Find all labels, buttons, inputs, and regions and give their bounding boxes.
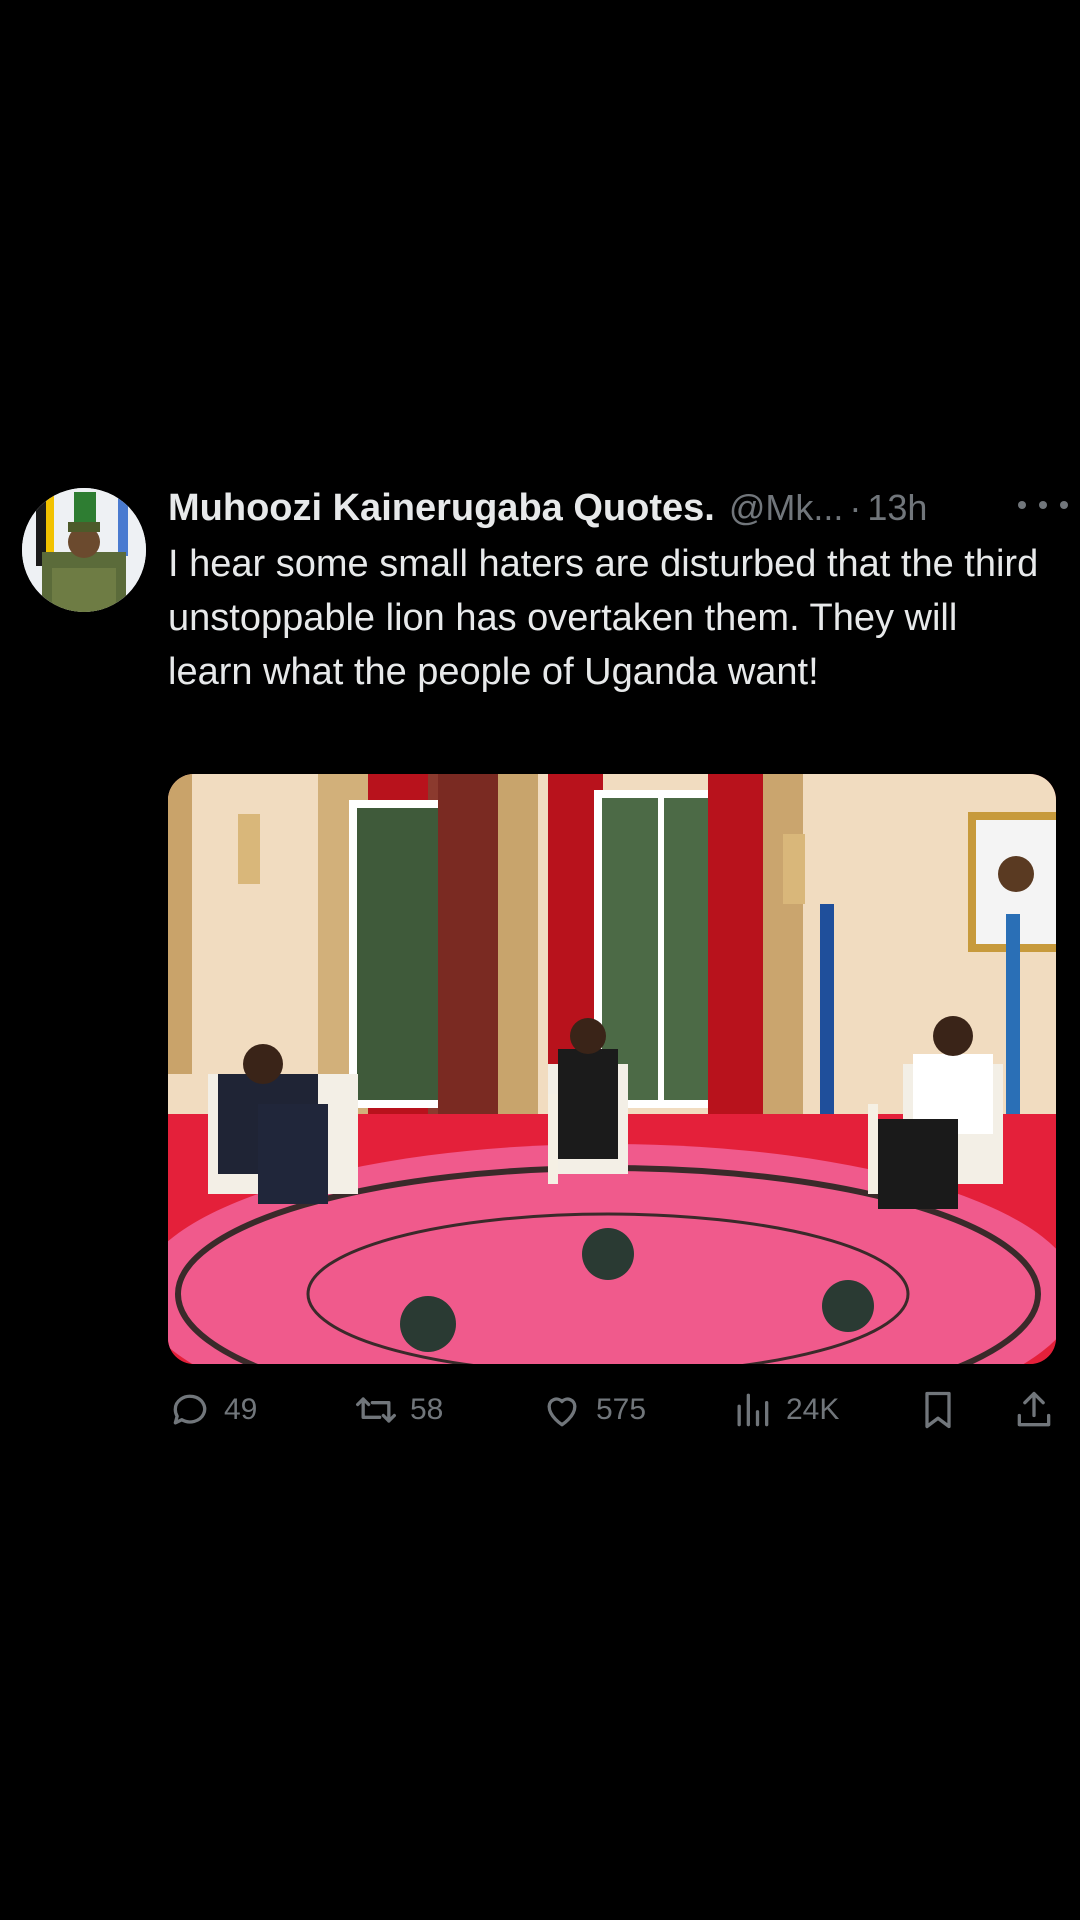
tweet-photo[interactable] bbox=[168, 774, 1056, 1364]
share-icon bbox=[1017, 1391, 1051, 1427]
tweet-actions: 49 58 575 24K bbox=[168, 1385, 1056, 1435]
like-icon bbox=[547, 1397, 577, 1427]
more-icon[interactable] bbox=[1018, 490, 1068, 520]
tweet-text: I hear some small haters are disturbed t… bbox=[168, 543, 1039, 693]
reply-icon bbox=[173, 1394, 207, 1425]
like-button[interactable]: 575 bbox=[540, 1385, 646, 1435]
separator: · bbox=[849, 487, 862, 528]
share-button[interactable] bbox=[1012, 1385, 1056, 1435]
like-count: 575 bbox=[596, 1393, 647, 1426]
bookmark-button[interactable] bbox=[916, 1385, 960, 1435]
reply-count: 49 bbox=[224, 1393, 258, 1426]
timestamp[interactable]: 13h bbox=[867, 487, 927, 529]
bookmark-icon bbox=[925, 1391, 951, 1429]
views-count: 24K bbox=[786, 1393, 840, 1426]
tweet-header: Muhoozi Kainerugaba Quotes. @Mk... · 13h bbox=[168, 484, 1068, 532]
avatar-image bbox=[22, 488, 146, 612]
retweet-button[interactable]: 58 bbox=[354, 1385, 443, 1435]
reply-button[interactable]: 49 bbox=[168, 1385, 257, 1435]
author-name[interactable]: Muhoozi Kainerugaba Quotes. bbox=[168, 487, 715, 530]
views-button[interactable]: 24K bbox=[730, 1385, 839, 1435]
retweet-count: 58 bbox=[410, 1393, 444, 1426]
author-handle[interactable]: @Mk... bbox=[729, 487, 844, 529]
photo-image bbox=[168, 774, 1056, 1364]
views-icon bbox=[737, 1393, 769, 1427]
retweet-icon bbox=[356, 1397, 396, 1423]
author-avatar[interactable] bbox=[22, 488, 146, 612]
